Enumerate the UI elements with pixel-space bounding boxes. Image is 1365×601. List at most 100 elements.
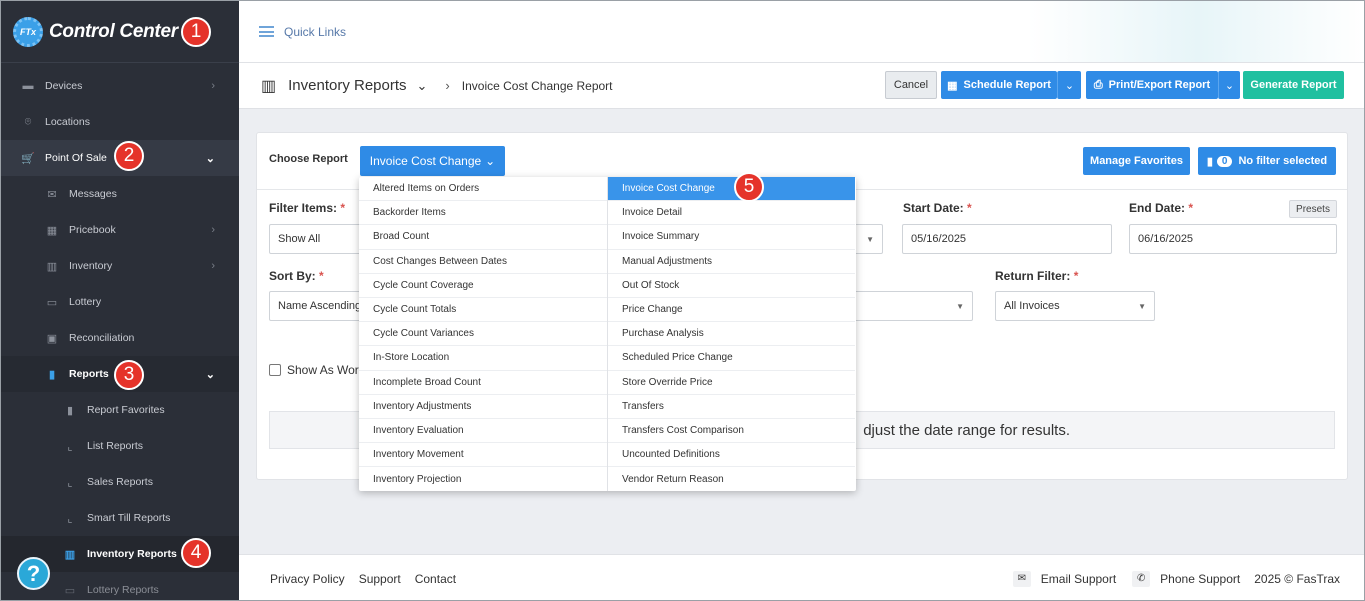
report-option[interactable]: Vendor Return Reason [608, 467, 855, 491]
report-option[interactable]: Broad Count [359, 225, 607, 250]
sidebar-item-label: Pricebook [69, 224, 116, 236]
report-option[interactable]: Incomplete Broad Count [359, 371, 607, 395]
sort-by-label: Sort By: * [269, 269, 324, 283]
app-title: Control Center [49, 20, 178, 42]
return-filter-select[interactable]: All Invoices ▼ [995, 291, 1155, 321]
report-option[interactable]: Altered Items on Orders [359, 177, 607, 202]
annotation-badge-4: 4 [181, 538, 211, 568]
support-link[interactable]: Support [359, 572, 401, 586]
lottery-icon: ▭ [46, 296, 58, 309]
chevron-right-icon: › [211, 80, 215, 92]
report-option[interactable]: Inventory Projection [359, 467, 607, 491]
print-dropdown-button[interactable]: ⌄ [1218, 71, 1240, 99]
report-option[interactable]: Inventory Evaluation [359, 419, 607, 444]
inventory-report-icon: ▥ [64, 548, 76, 561]
sidebar-item-locations[interactable]: ⌾ Locations [1, 104, 239, 140]
sidebar-item-report-favorites[interactable]: ▮ Report Favorites [1, 392, 239, 428]
filter-status-button[interactable]: ▮ 0 No filter selected [1198, 147, 1336, 175]
return-filter-value: All Invoices [1004, 300, 1060, 312]
choose-report-label: Choose Report [269, 153, 348, 165]
privacy-policy-link[interactable]: Privacy Policy [270, 572, 345, 586]
reports-icon: ▮ [48, 368, 56, 381]
caret-down-icon: ▼ [956, 301, 964, 311]
chevron-down-icon: ⌄ [485, 154, 496, 168]
sidebar-item-inventory[interactable]: ▥ Inventory › [1, 248, 239, 284]
email-support-link[interactable]: Email Support [1041, 572, 1116, 586]
filter-status-label: No filter selected [1238, 155, 1328, 167]
end-date-label: End Date: * [1129, 201, 1194, 215]
devices-icon: ▬ [22, 80, 34, 92]
chevron-down-icon[interactable]: ⌄ [417, 78, 428, 94]
report-option[interactable]: Scheduled Price Change [608, 346, 855, 371]
choose-report-value: Invoice Cost Change [369, 154, 482, 168]
report-option[interactable]: Manual Adjustments [608, 250, 855, 274]
report-option[interactable]: Invoice Detail [608, 201, 855, 226]
sidebar-item-smart-till-reports[interactable]: ⌞ Smart Till Reports [1, 500, 239, 536]
report-option-selected[interactable]: Invoice Cost Change [608, 177, 855, 202]
end-date-input[interactable]: 06/16/2025 [1129, 224, 1337, 254]
location-icon: ⌾ [24, 115, 32, 128]
report-option[interactable]: Transfers Cost Comparison [608, 419, 855, 444]
generate-report-button[interactable]: Generate Report [1243, 71, 1344, 99]
report-option[interactable]: Transfers [608, 395, 855, 419]
sidebar-item-label: Report Favorites [87, 404, 165, 416]
sidebar-item-label: Lottery Reports [87, 584, 159, 596]
breadcrumb-separator-icon: › [445, 78, 450, 93]
filter-items-label: Filter Items: * [269, 201, 346, 215]
sidebar-item-sales-reports[interactable]: ⌞ Sales Reports [1, 464, 239, 500]
schedule-dropdown-button[interactable]: ⌄ [1057, 71, 1081, 99]
return-filter-label: Return Filter: * [995, 269, 1079, 283]
bookmark-icon: ▮ [66, 404, 74, 417]
sidebar-item-list-reports[interactable]: ⌞ List Reports [1, 428, 239, 464]
filter-count-badge: 0 [1216, 155, 1233, 167]
contact-link[interactable]: Contact [415, 572, 456, 586]
annotation-badge-5: 5 [734, 172, 764, 202]
quick-links-link[interactable]: Quick Links [284, 25, 346, 39]
report-option[interactable]: Purchase Analysis [608, 322, 855, 347]
report-option[interactable]: Invoice Summary [608, 225, 855, 250]
chevron-right-icon: › [211, 224, 215, 236]
report-option[interactable]: Inventory Adjustments [359, 395, 607, 419]
report-option[interactable]: Cost Changes Between Dates [359, 250, 607, 274]
sidebar-item-label: Lottery [69, 296, 102, 308]
chevron-down-icon: ⌄ [205, 152, 215, 165]
schedule-report-button[interactable]: ▦ Schedule Report [941, 71, 1057, 99]
report-option[interactable]: Cycle Count Coverage [359, 274, 607, 298]
sidebar-item-lottery[interactable]: ▭ Lottery [1, 284, 239, 320]
report-list-right: Invoice Cost Change Invoice Detail Invoi… [607, 177, 855, 492]
report-option[interactable]: Store Override Price [608, 371, 855, 395]
report-option[interactable]: Cycle Count Variances [359, 322, 607, 347]
start-date-input[interactable]: 05/16/2025 [902, 224, 1112, 254]
cancel-button[interactable]: Cancel [885, 71, 937, 99]
show-as-checkbox[interactable] [269, 364, 281, 376]
presets-button[interactable]: Presets [1289, 200, 1337, 218]
help-button[interactable]: ? [17, 557, 50, 590]
report-option[interactable]: Out Of Stock [608, 274, 855, 298]
messages-icon: ✉ [47, 188, 57, 201]
chart-icon: ⌞ [67, 440, 73, 453]
sidebar-item-pricebook[interactable]: ▦ Pricebook › [1, 212, 239, 248]
sidebar-item-label: Inventory Reports [87, 548, 177, 560]
report-option[interactable]: Price Change [608, 298, 855, 323]
pricebook-icon: ▦ [46, 224, 58, 237]
sidebar-item-label: Devices [45, 80, 83, 92]
page-title[interactable]: Inventory Reports [288, 77, 406, 94]
report-option[interactable]: Backorder Items [359, 201, 607, 226]
manage-favorites-button[interactable]: Manage Favorites [1083, 147, 1190, 175]
report-option[interactable]: In-Store Location [359, 346, 607, 371]
show-as-label: Show As Work [287, 363, 365, 377]
page-header: ▥ Inventory Reports ⌄ › Invoice Cost Cha… [239, 63, 1364, 109]
email-icon: ✉ [1012, 570, 1031, 587]
report-option[interactable]: Inventory Movement [359, 443, 607, 468]
menu-icon[interactable] [259, 26, 274, 37]
phone-support-link[interactable]: Phone Support [1160, 572, 1240, 586]
start-date-label: Start Date: * [903, 201, 972, 215]
sidebar-item-devices[interactable]: ▬ Devices › [1, 68, 239, 104]
inventory-icon: ▥ [46, 260, 58, 273]
report-option[interactable]: Cycle Count Totals [359, 298, 607, 323]
sidebar-item-messages[interactable]: ✉ Messages [1, 176, 239, 212]
sidebar-item-reconciliation[interactable]: ▣ Reconciliation [1, 320, 239, 356]
report-option[interactable]: Uncounted Definitions [608, 443, 855, 468]
print-export-button[interactable]: ⎙ Print/Export Report [1086, 71, 1218, 99]
choose-report-dropdown[interactable]: Invoice Cost Change ⌄ [360, 146, 505, 176]
